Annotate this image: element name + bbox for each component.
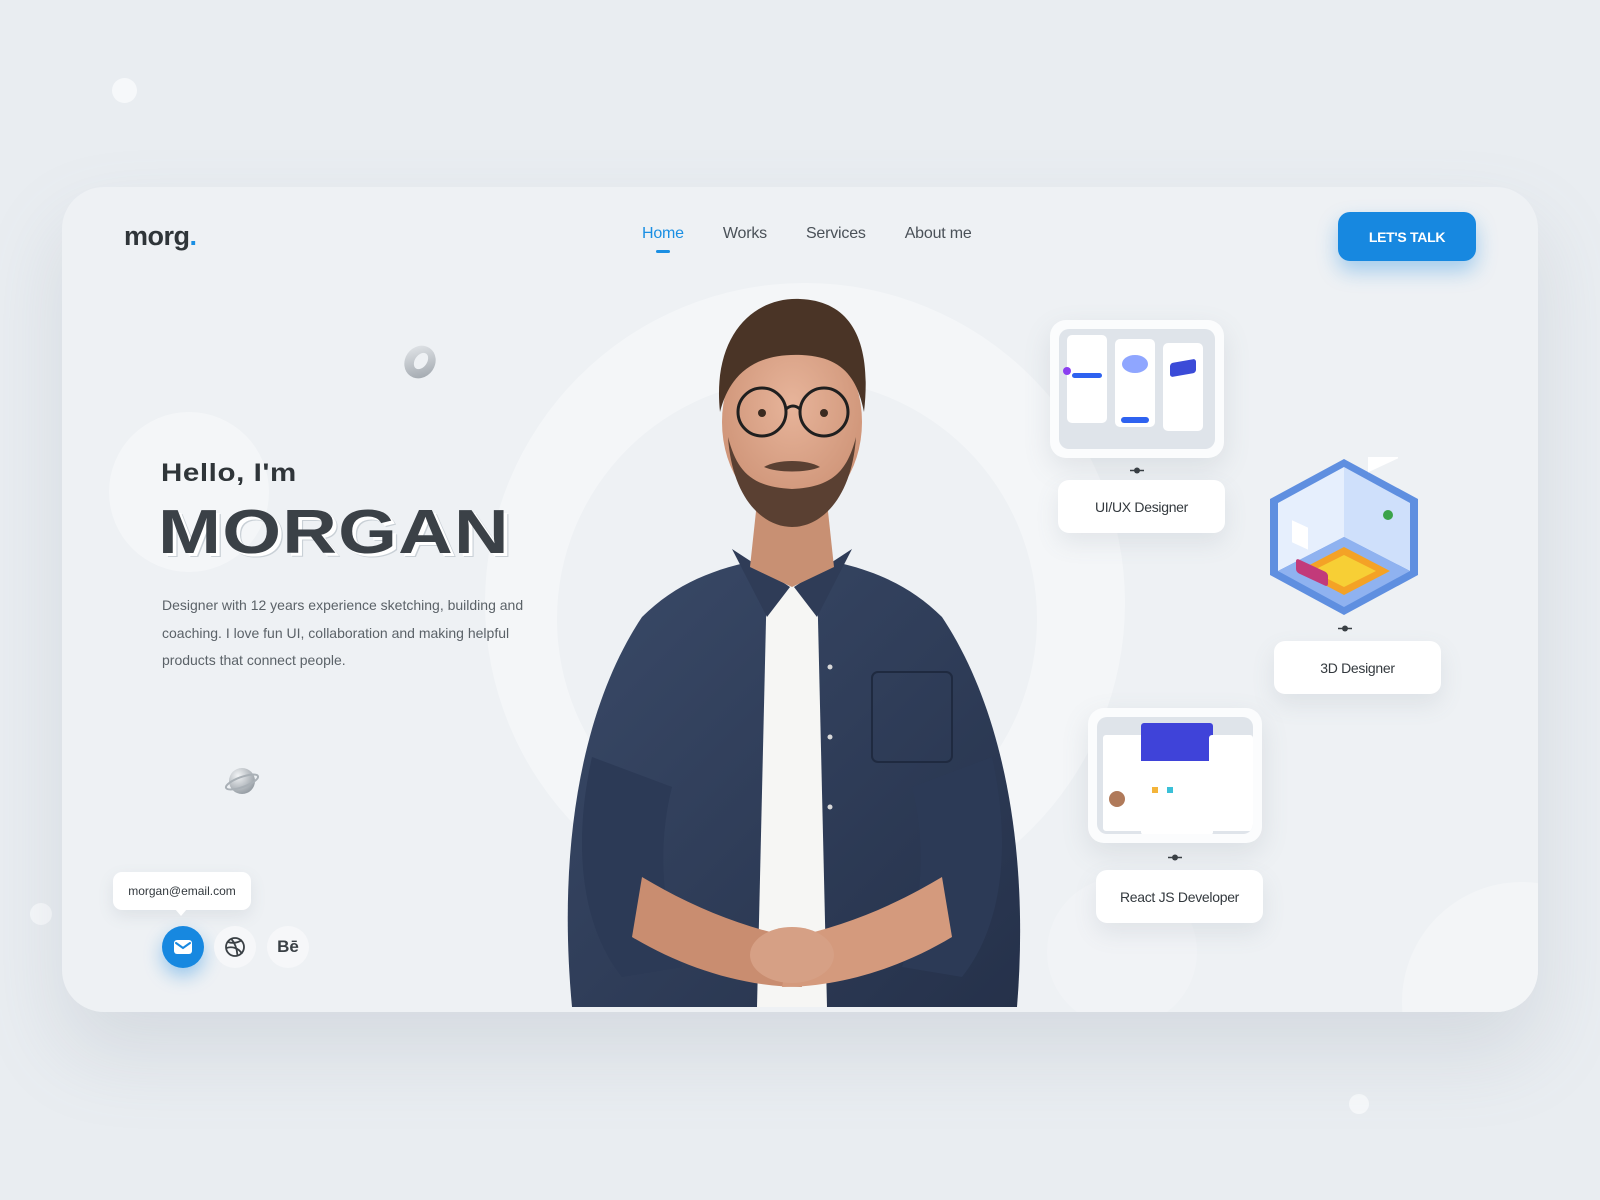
nav-item-services[interactable]: Services: [806, 225, 866, 243]
mail-button[interactable]: [162, 926, 204, 968]
mail-icon: [174, 940, 192, 954]
connector-icon: [1168, 854, 1182, 861]
background-circle: [1402, 882, 1538, 1012]
isometric-room-illustration: [1270, 457, 1418, 615]
website-preview: [1097, 717, 1253, 834]
nav-item-about-me[interactable]: About me: [905, 225, 972, 243]
role-uiux-designer[interactable]: UI/UX Designer: [1058, 480, 1225, 533]
dribbble-button[interactable]: [214, 926, 256, 968]
nav-item-works[interactable]: Works: [723, 225, 767, 243]
planet-3d-icon: [224, 768, 260, 794]
logo-text: morg: [124, 221, 190, 251]
logo[interactable]: morg.: [124, 221, 197, 252]
behance-icon: Bē: [277, 937, 299, 956]
role-react-js-developer[interactable]: React JS Developer: [1096, 870, 1263, 923]
hero-description: Designer with 12 years experience sketch…: [162, 597, 524, 668]
mobile-app-preview: [1059, 329, 1215, 449]
logo-dot: .: [189, 221, 198, 251]
hero-name: MORGAN: [158, 498, 510, 567]
decorative-dot: [1349, 1094, 1369, 1114]
behance-button[interactable]: Bē: [267, 926, 309, 968]
portrait-image: [567, 298, 1021, 1007]
lets-talk-button[interactable]: LET'S TALK: [1338, 212, 1476, 261]
react-preview-card[interactable]: [1088, 708, 1262, 843]
uiux-preview-card[interactable]: [1050, 320, 1224, 458]
role-3d-designer[interactable]: 3D Designer: [1274, 641, 1441, 694]
nav-item-home[interactable]: Home: [642, 225, 684, 243]
decorative-dot: [30, 903, 52, 925]
decorative-dot: [112, 78, 137, 103]
greeting: Hello, I'm: [161, 459, 297, 487]
dribbble-icon: [225, 937, 245, 957]
main-nav: Home Works Services About me: [642, 225, 1011, 243]
email-tooltip[interactable]: morgan@email.com: [113, 872, 251, 916]
torus-3d-icon: [404, 345, 436, 379]
connector-icon: [1130, 467, 1144, 474]
hero-frame: morg. Home Works Services About me LET'S…: [62, 187, 1538, 1012]
connector-icon: [1338, 625, 1352, 632]
